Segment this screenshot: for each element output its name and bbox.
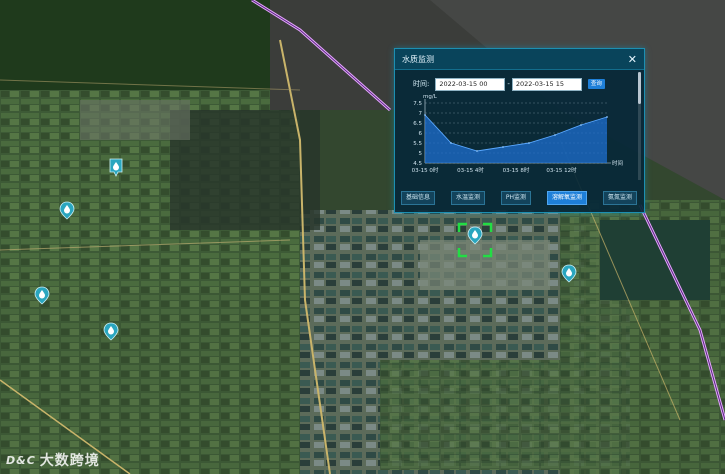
chart-y-tick: 6.5 [413, 121, 422, 127]
chart-x-tick: 03-15 0时 [412, 166, 439, 174]
water-quality-panel: 水质监测 ✕ 时间: 2022-03-15 00 - 2022-03-15 15… [394, 48, 645, 213]
chart-y-tick: 5 [419, 151, 423, 157]
tab-dissolved-oxygen[interactable]: 溶解氧监测 [546, 191, 587, 205]
close-icon[interactable]: ✕ [628, 54, 637, 65]
tab-basic-info[interactable]: 基础信息 [401, 191, 436, 205]
chart-x-tick: 03-15 12时 [546, 166, 577, 174]
map-marker-4[interactable] [103, 322, 119, 342]
selected-marker[interactable] [457, 222, 493, 258]
time-filter: 时间: 2022-03-15 00 - 2022-03-15 15 查询 [395, 75, 644, 93]
watermark: D&C 大数跨境 [6, 450, 100, 470]
chart-y-tick: 7 [419, 111, 423, 117]
watermark-name: 大数跨境 [39, 453, 100, 469]
water-drop-icon [109, 158, 123, 177]
chart-y-label: mg/L [423, 94, 438, 100]
chart-point [606, 116, 608, 118]
chart-y-tick: 6 [419, 131, 423, 137]
chart-x-tick: 03-15 4时 [457, 166, 484, 174]
panel-title: 水质监测 [402, 54, 434, 64]
scrollbar[interactable] [638, 72, 641, 180]
chart-x-tick: 03-15 8时 [503, 166, 530, 174]
water-drop-icon [59, 201, 75, 220]
time-label: 时间: [413, 80, 430, 88]
chart-point [424, 114, 426, 116]
chart-point [580, 124, 582, 126]
time-separator: - [507, 80, 510, 88]
map-marker-2[interactable] [59, 201, 75, 221]
dissolved-oxygen-chart: 4.5 5 5.5 6 6.5 7 7.5 mg/L 时间 03-15 0时 03-15 4时 03-… [401, 93, 631, 185]
water-drop-icon [561, 264, 577, 283]
end-time-input[interactable]: 2022-03-15 15 [511, 77, 582, 91]
query-button[interactable]: 查询 [587, 79, 605, 89]
chart-x-label: 时间 [612, 159, 623, 167]
tab-ammonia-nitrogen[interactable]: 氨氮监测 [602, 191, 637, 205]
chart-point [528, 142, 530, 144]
chart-point [502, 146, 504, 148]
water-drop-icon [34, 286, 50, 305]
scroll-thumb[interactable] [638, 72, 641, 104]
chart-y-tick: 5.5 [413, 141, 422, 147]
map-marker-5[interactable] [561, 264, 577, 284]
tab-water-temperature[interactable]: 水温监测 [450, 191, 485, 205]
start-time-input[interactable]: 2022-03-15 00 [435, 77, 506, 91]
tab-ph[interactable]: PH监测 [500, 191, 532, 205]
map-marker-1[interactable] [108, 158, 124, 178]
watermark-logo: D&C [6, 453, 36, 467]
chart-y-tick: 7.5 [413, 101, 422, 107]
chart-point [450, 142, 452, 144]
panel-header: 水质监测 ✕ [395, 49, 644, 70]
chart-point [554, 134, 556, 136]
map-marker-3[interactable] [34, 286, 50, 306]
chart-point [476, 150, 478, 152]
chart-svg: 4.5 5 5.5 6 6.5 7 7.5mg/L 时间 03-15 0时 03-15 4时 03-… [412, 94, 623, 174]
target-bracket-icon [457, 222, 493, 258]
chart-y-tick: 4.5 [413, 161, 422, 167]
panel-tabs: 基础信息 水温监测 PH监测 溶解氧监测 氨氮监测 [401, 191, 637, 205]
chart-area [425, 115, 607, 163]
water-drop-icon [103, 322, 119, 341]
